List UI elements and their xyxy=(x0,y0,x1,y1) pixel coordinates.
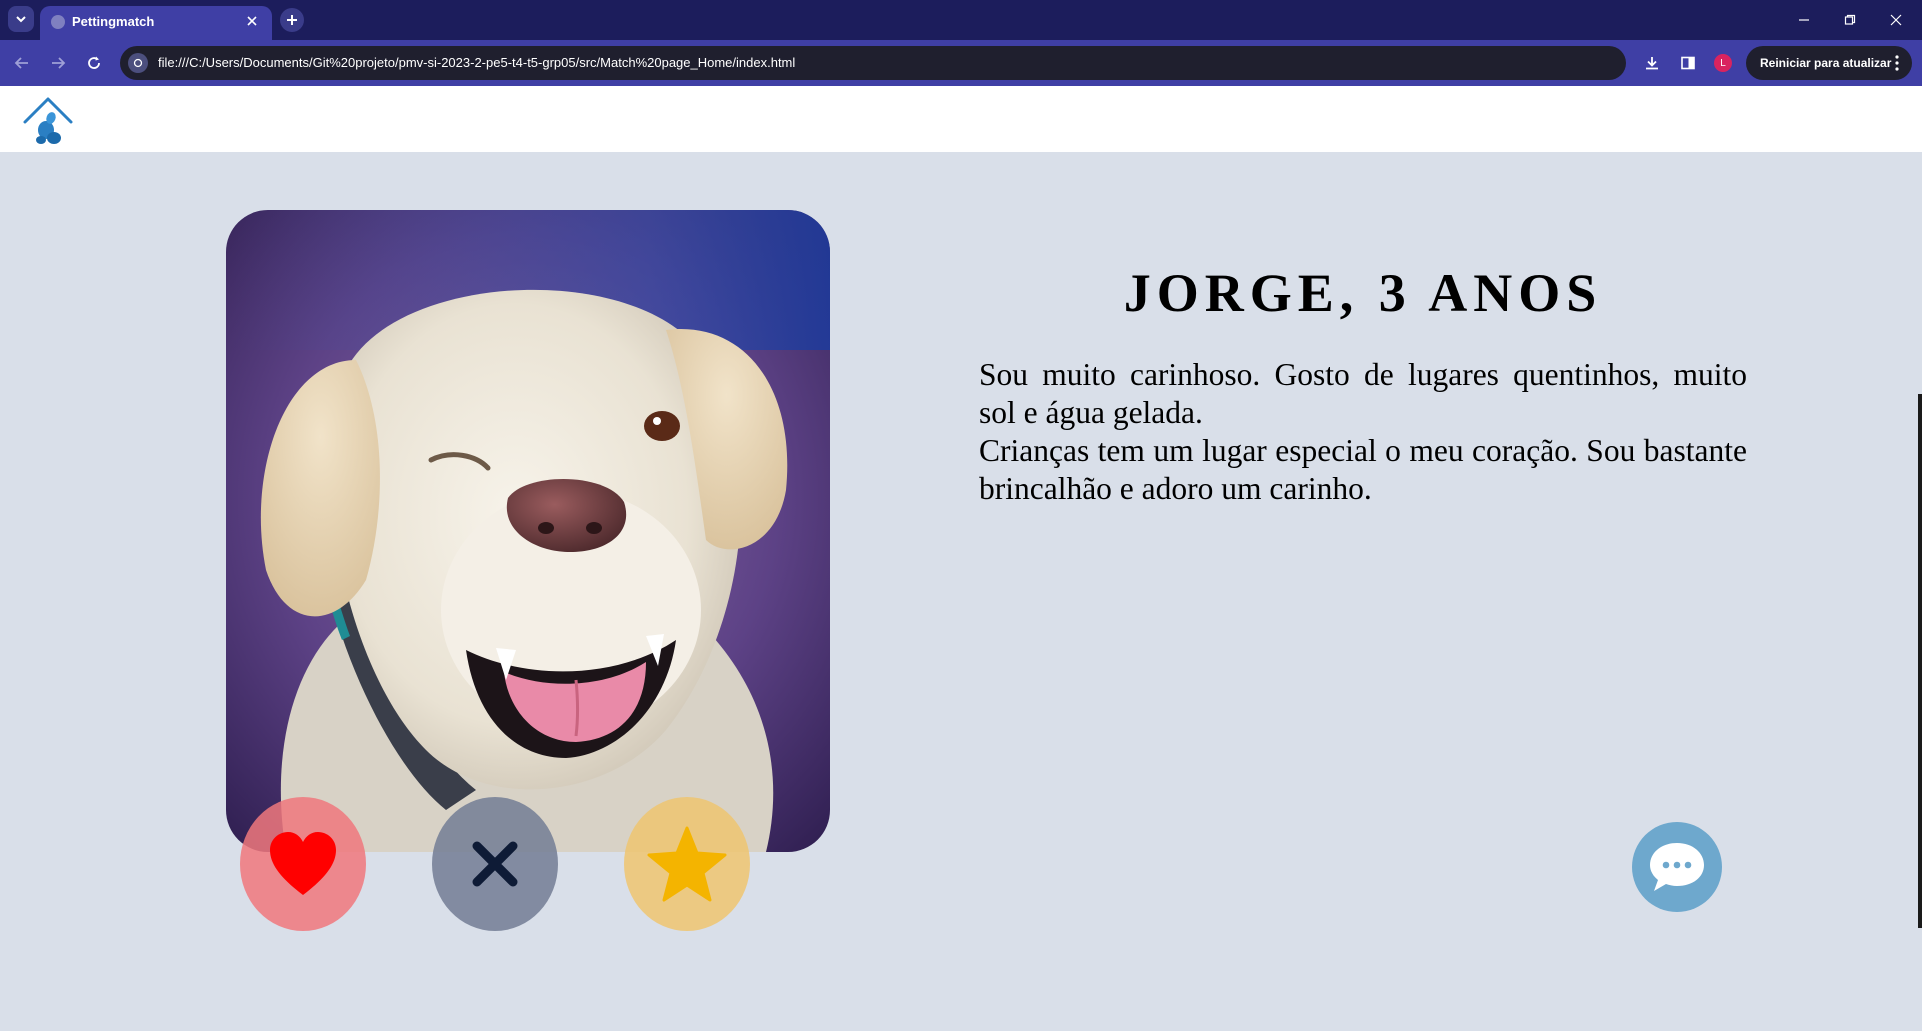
tab-search-button[interactable] xyxy=(8,6,34,32)
pet-bio: Sou muito carinhoso. Gosto de lugares qu… xyxy=(979,356,1747,508)
update-button[interactable]: Reiniciar para atualizar xyxy=(1746,46,1912,80)
active-tab[interactable]: Pettingmatch xyxy=(40,6,272,40)
more-vert-icon xyxy=(1895,55,1899,71)
downloads-button[interactable] xyxy=(1640,51,1664,75)
plus-icon xyxy=(287,15,297,25)
address-bar[interactable]: file:///C:/Users/Documents/Git%20projeto… xyxy=(120,46,1626,80)
chat-button[interactable] xyxy=(1632,822,1722,912)
minimize-button[interactable] xyxy=(1792,8,1816,32)
restore-icon xyxy=(1844,14,1856,25)
browser-tab-bar: Pettingmatch xyxy=(0,0,1922,40)
pet-name-age: JORGE, 3 ANOS xyxy=(1123,263,1603,323)
star-icon xyxy=(647,826,727,902)
side-panel-button[interactable] xyxy=(1676,51,1700,75)
back-button[interactable] xyxy=(10,51,34,75)
winking-labrador-photo xyxy=(226,210,830,852)
pet-bio-line-2: Crianças tem um lugar especial o meu cor… xyxy=(979,433,1747,506)
new-tab-button[interactable] xyxy=(280,8,304,32)
globe-icon xyxy=(51,15,65,29)
pet-bio-line-1: Sou muito carinhoso. Gosto de lugares qu… xyxy=(979,357,1747,430)
tab-close-button[interactable] xyxy=(242,11,262,31)
superlike-button[interactable] xyxy=(624,797,750,931)
arrow-right-icon xyxy=(52,57,66,69)
scrollbar-thumb[interactable] xyxy=(1918,394,1922,928)
chat-bubble-icon xyxy=(1650,843,1704,891)
dislike-button[interactable] xyxy=(432,797,558,931)
close-icon xyxy=(1890,14,1902,26)
file-icon xyxy=(133,58,143,68)
heart-icon xyxy=(270,832,336,895)
tab-title: Pettingmatch xyxy=(72,14,155,29)
update-button-label: Reiniciar para atualizar xyxy=(1760,56,1892,70)
download-icon xyxy=(1646,57,1658,70)
house-paw-logo-icon[interactable] xyxy=(22,94,74,146)
profile-avatar[interactable]: L xyxy=(1714,54,1732,72)
reload-button[interactable] xyxy=(82,51,106,75)
site-header xyxy=(0,86,1922,152)
chevron-down-icon xyxy=(16,16,26,23)
arrow-left-icon xyxy=(14,57,28,69)
site-info-icon[interactable] xyxy=(128,53,148,73)
minimize-icon xyxy=(1799,19,1809,21)
side-panel-icon xyxy=(1681,56,1695,70)
pet-photo xyxy=(226,210,830,852)
like-button[interactable] xyxy=(240,797,366,931)
restore-button[interactable] xyxy=(1838,8,1862,32)
url-text[interactable]: file:///C:/Users/Documents/Git%20projeto… xyxy=(158,55,795,70)
reload-icon xyxy=(88,56,100,69)
forward-button[interactable] xyxy=(46,51,70,75)
close-icon xyxy=(247,16,257,26)
browser-toolbar: file:///C:/Users/Documents/Git%20projeto… xyxy=(0,40,1922,86)
x-icon xyxy=(472,841,518,887)
close-window-button[interactable] xyxy=(1884,8,1908,32)
